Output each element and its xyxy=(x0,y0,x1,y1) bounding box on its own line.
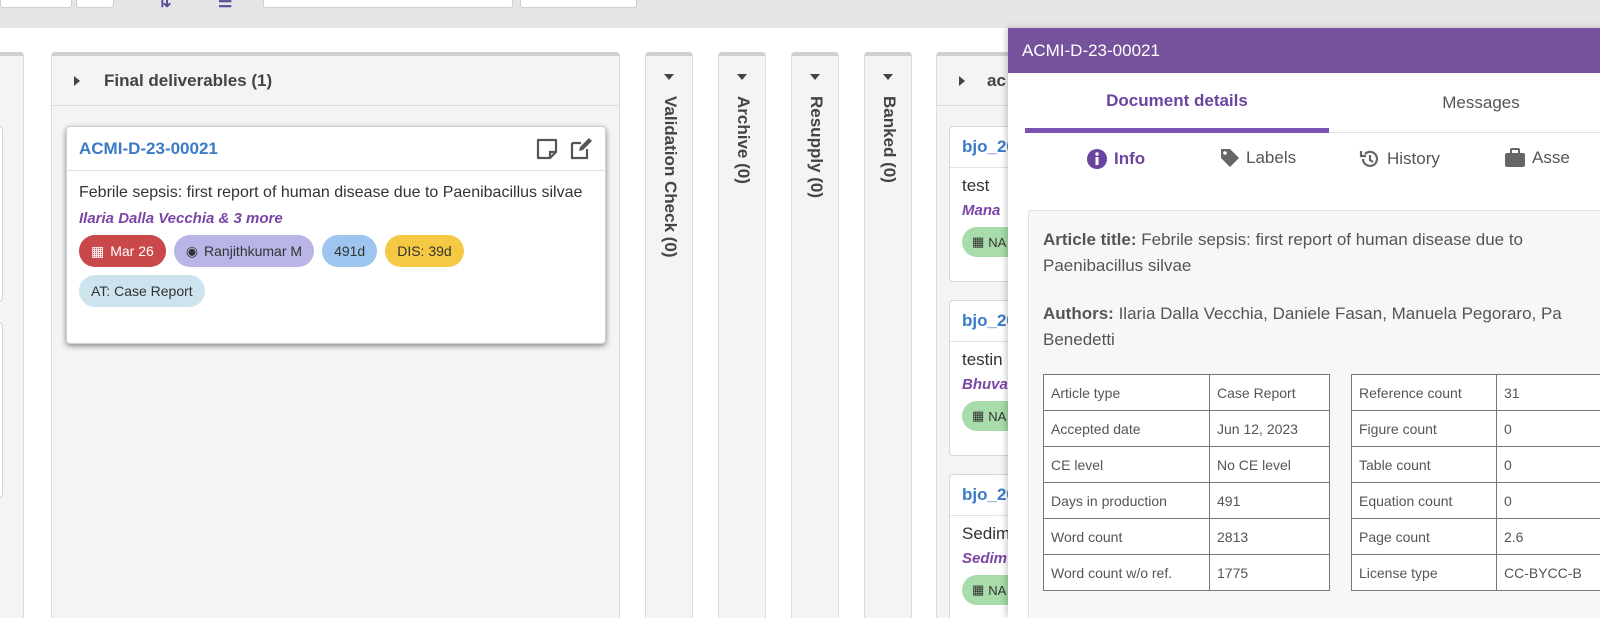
column-archive[interactable]: Archive (0) xyxy=(718,52,766,618)
panel-header: ACMI-D-23-00021 xyxy=(1008,28,1600,73)
history-icon xyxy=(1359,150,1379,167)
card-authors: Ilaria Dalla Vecchia & 3 more xyxy=(79,210,283,227)
panel-subtabs: Info Labels History Asse xyxy=(1008,138,1600,194)
metadata-table-left: Article type Case Report Accepted date Jun… xyxy=(1043,374,1330,591)
article-card[interactable]: ACMI-D-23-00021 Febrile sepsis: first re… xyxy=(66,126,606,344)
sort-icon[interactable]: ⇅ xyxy=(158,0,171,12)
briefcase-icon xyxy=(1505,148,1525,167)
calendar-icon: ▦ xyxy=(972,582,985,597)
table-row: Figure count 0 xyxy=(1351,410,1600,447)
table-row: Page count 2.6 xyxy=(1351,518,1600,555)
column-validation-check[interactable]: Validation Check (0) xyxy=(645,52,693,618)
table-row: Equation count 0 xyxy=(1351,482,1600,519)
top-toolbar: ⇅ ☰ xyxy=(0,0,1600,28)
subtab-info[interactable]: Info xyxy=(1086,148,1145,170)
days-badge: 491d xyxy=(322,235,378,267)
table-row: Table count 0 xyxy=(1351,446,1600,483)
list-icon[interactable]: ☰ xyxy=(218,0,232,12)
collapse-caret-icon[interactable] xyxy=(664,74,674,80)
toolbar-search-input[interactable] xyxy=(263,0,513,8)
calendar-icon: ▦ xyxy=(972,408,985,423)
collapse-caret-icon[interactable] xyxy=(737,74,747,80)
column-title: Final deliverables (1) xyxy=(104,70,273,90)
card-id-link[interactable]: ACMI-D-23-00021 xyxy=(79,139,218,159)
expand-caret-icon[interactable] xyxy=(74,75,80,86)
calendar-icon: ▦ xyxy=(91,242,105,259)
document-details-panel: ACMI-D-23-00021 Document details Message… xyxy=(1008,28,1600,618)
due-date-badge: ▦ Mar 26 xyxy=(79,235,166,267)
dis-badge: DIS: 39d xyxy=(385,235,464,267)
subtab-history[interactable]: History xyxy=(1359,148,1440,170)
toolbar-select[interactable] xyxy=(0,0,72,8)
collapse-caret-icon[interactable] xyxy=(883,74,893,80)
table-row: Word count w/o ref. 1775 xyxy=(1043,554,1330,591)
table-row: License type CC-BYCC-B xyxy=(1351,554,1600,591)
subtab-labels[interactable]: Labels xyxy=(1220,148,1296,168)
info-icon xyxy=(1087,149,1107,169)
column-left-partial xyxy=(0,52,24,618)
toolbar-dropdown[interactable] xyxy=(520,0,637,8)
table-row: Word count 2813 xyxy=(1043,518,1330,555)
table-row: CE level No CE level xyxy=(1043,446,1330,483)
tag-icon xyxy=(1221,149,1239,167)
calendar-icon: ▦ xyxy=(972,234,985,249)
expand-caret-icon[interactable] xyxy=(959,75,965,86)
subtab-assets[interactable]: Asse xyxy=(1504,148,1570,168)
column-title: Validation Check (0) xyxy=(661,96,680,258)
tab-document-details[interactable]: Document details xyxy=(1025,73,1329,133)
assignee-badge: ◉ Ranjithkumar M xyxy=(173,235,315,267)
edit-icon[interactable] xyxy=(569,137,593,161)
article-title-line: Article title: Febrile sepsis: first rep… xyxy=(1043,230,1524,275)
stub-card[interactable] xyxy=(0,126,3,302)
column-final-deliverables: Final deliverables (1) ACMI-D-23-00021 F… xyxy=(51,52,620,618)
table-row: Article type Case Report xyxy=(1043,374,1330,411)
column-banked[interactable]: Banked (0) xyxy=(864,52,912,618)
column-header[interactable]: Final deliverables (1) xyxy=(52,56,619,106)
article-type-badge: AT: Case Report xyxy=(79,275,205,307)
panel-tabs: Document details Messages xyxy=(1008,73,1600,133)
column-title: Resupply (0) xyxy=(807,96,826,199)
note-icon[interactable] xyxy=(535,137,559,161)
authors-line-2: Benedetti xyxy=(1043,330,1115,349)
table-row: Accepted date Jun 12, 2023 xyxy=(1043,410,1330,447)
metadata-table-right: Reference count 31 Figure count 0 Table co… xyxy=(1351,374,1600,591)
toolbar-button[interactable] xyxy=(76,0,114,8)
collapse-caret-icon[interactable] xyxy=(810,74,820,80)
tab-messages[interactable]: Messages xyxy=(1329,73,1600,133)
stub-card[interactable] xyxy=(0,322,3,498)
table-row: Reference count 31 xyxy=(1351,374,1600,411)
column-title: Archive (0) xyxy=(734,96,753,184)
user-circle-icon: ◉ xyxy=(185,242,199,259)
column-resupply[interactable]: Resupply (0) xyxy=(791,52,839,618)
info-content: Article title: Febrile sepsis: first rep… xyxy=(1028,210,1600,618)
authors-line: Authors: Ilaria Dalla Vecchia, Daniele F… xyxy=(1043,304,1562,323)
table-row: Days in production 491 xyxy=(1043,482,1330,519)
column-title: Banked (0) xyxy=(880,96,899,183)
card-title: Febrile sepsis: first report of human di… xyxy=(79,184,583,201)
